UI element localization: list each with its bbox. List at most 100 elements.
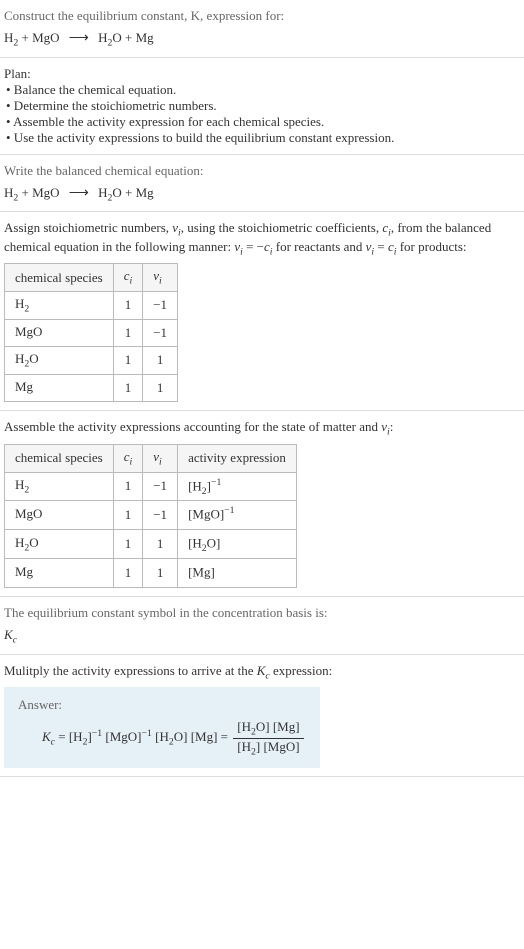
- eq-h2: H: [4, 30, 13, 45]
- table-row: H2O11[H2O]: [5, 530, 297, 559]
- sp5: for products:: [396, 239, 466, 254]
- ap1: Assemble the activity expressions accoun…: [4, 419, 381, 434]
- activity-table: chemical species ci νi activity expressi…: [4, 444, 297, 588]
- cell-ci: 1: [113, 291, 143, 319]
- eb: [Mg]: [188, 565, 215, 580]
- as2: −1: [142, 728, 152, 739]
- mp2: expression:: [270, 663, 332, 678]
- intro-equation: H2 + MgO ⟶ H2O + Mg: [4, 30, 520, 49]
- plan-title: Plan:: [4, 66, 520, 82]
- sp: H: [15, 535, 24, 550]
- mp1: Mulitply the activity expressions to arr…: [4, 663, 257, 678]
- esup: −1: [211, 477, 221, 488]
- arrow-icon: ⟶: [69, 186, 89, 201]
- ap5: O] [Mg] =: [174, 729, 232, 744]
- answer-label: Answer:: [18, 697, 306, 713]
- arrow-icon: ⟶: [69, 31, 89, 46]
- ksub: c: [13, 635, 17, 646]
- sp: H: [15, 351, 24, 366]
- sprest: O: [29, 535, 38, 550]
- table-row: Mg 11 [Mg]: [5, 559, 297, 588]
- denominator: [H2] [MgO]: [233, 739, 303, 758]
- cell-ci: 1: [113, 559, 143, 588]
- cell-species: Mg: [5, 559, 114, 588]
- cell-ci: 1: [113, 374, 143, 402]
- multiply-section: Mulitply the activity expressions to arr…: [0, 655, 524, 777]
- eq-plus-mgo: + MgO: [18, 30, 63, 45]
- th-ci: ci: [113, 264, 143, 292]
- stoich-section: Assign stoichiometric numbers, νi, using…: [0, 212, 524, 411]
- cell-expr: [H2O]: [178, 530, 297, 559]
- answer-box: Answer: Kc = [H2]−1 [MgO]−1 [H2O] [Mg] =…: [4, 687, 320, 767]
- sp: MgO: [15, 324, 42, 339]
- ap3: [MgO]: [102, 729, 141, 744]
- cell-nui: −1: [143, 291, 178, 319]
- symbol-prompt: The equilibrium constant symbol in the c…: [4, 605, 520, 621]
- cell-ci: 1: [113, 347, 143, 375]
- th-nui-i: i: [159, 457, 162, 468]
- table-row: MgO 1−1: [5, 319, 178, 347]
- symbol-section: The equilibrium constant symbol in the c…: [0, 597, 524, 655]
- sprest: O: [29, 351, 38, 366]
- balanced-section: Write the balanced chemical equation: H2…: [0, 155, 524, 213]
- aeq: = [H: [55, 729, 83, 744]
- cell-nui: 1: [143, 559, 178, 588]
- eq2: =: [374, 239, 388, 254]
- cell-species: MgO: [5, 319, 114, 347]
- em: O]: [207, 536, 221, 551]
- table-row: H2O11: [5, 347, 178, 375]
- th-nui: νi: [143, 264, 178, 292]
- beq-plus-mgo: + MgO: [18, 185, 63, 200]
- numerator: [H2O] [Mg]: [233, 719, 303, 739]
- cell-species: H2: [5, 472, 114, 501]
- th-nui-i: i: [159, 276, 162, 287]
- th-expr: activity expression: [178, 444, 297, 472]
- spsub: 2: [24, 485, 29, 496]
- cell-species: H2O: [5, 530, 114, 559]
- balanced-prompt: Write the balanced chemical equation:: [4, 163, 520, 179]
- table-header-row: chemical species ci νi activity expressi…: [5, 444, 297, 472]
- balanced-equation: H2 + MgO ⟶ H2O + Mg: [4, 185, 520, 204]
- multiply-prompt: Mulitply the activity expressions to arr…: [4, 663, 520, 682]
- sp4: for reactants and: [273, 239, 366, 254]
- ak: K: [42, 729, 51, 744]
- cell-species: H2: [5, 291, 114, 319]
- symbol-kc: Kc: [4, 627, 520, 646]
- stoich-table: chemical species ci νi H21−1 MgO1−1 H2O1…: [4, 263, 178, 402]
- cell-nui: 1: [143, 530, 178, 559]
- beq-h2o-h: H: [95, 185, 108, 200]
- cell-nui: −1: [143, 501, 178, 530]
- k: K: [4, 627, 13, 642]
- n1: [H: [237, 719, 251, 734]
- plan-bullet-2: • Determine the stoichiometric numbers.: [6, 98, 520, 114]
- eb: [MgO]: [188, 507, 224, 522]
- cell-ci: 1: [113, 530, 143, 559]
- cell-expr: [H2]−1: [178, 472, 297, 501]
- th-ci-i: i: [130, 276, 133, 287]
- th-species: chemical species: [5, 444, 114, 472]
- sp: MgO: [15, 506, 42, 521]
- sp: H: [15, 296, 24, 311]
- answer-expression: Kc = [H2]−1 [MgO]−1 [H2O] [Mg] = [H2O] […: [42, 719, 306, 757]
- activity-prompt: Assemble the activity expressions accoun…: [4, 419, 520, 438]
- cell-ci: 1: [113, 319, 143, 347]
- esup: −1: [224, 505, 234, 516]
- spsub: 2: [24, 304, 29, 315]
- eq1: = −: [243, 239, 264, 254]
- th-nui: νi: [143, 444, 178, 472]
- sp: H: [15, 477, 24, 492]
- intro-prompt: Construct the equilibrium constant, K, e…: [4, 8, 520, 24]
- sp: Mg: [15, 564, 33, 579]
- cell-nui: −1: [143, 319, 178, 347]
- sp: Mg: [15, 379, 33, 394]
- eq-rest: O + Mg: [112, 30, 153, 45]
- eb: [H: [188, 536, 202, 551]
- th-ci-i: i: [130, 457, 133, 468]
- intro-section: Construct the equilibrium constant, K, e…: [0, 0, 524, 58]
- plan-bullet-3: • Assemble the activity expression for e…: [6, 114, 520, 130]
- beq-rest: O + Mg: [112, 185, 153, 200]
- cell-ci: 1: [113, 501, 143, 530]
- table-row: Mg11: [5, 374, 178, 402]
- cell-species: H2O: [5, 347, 114, 375]
- d1: [H: [237, 739, 251, 754]
